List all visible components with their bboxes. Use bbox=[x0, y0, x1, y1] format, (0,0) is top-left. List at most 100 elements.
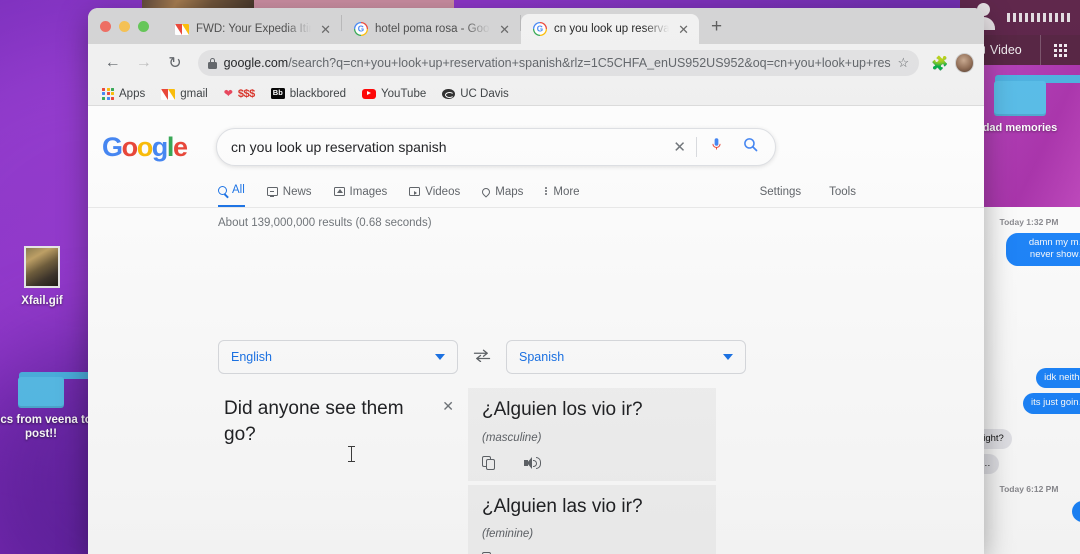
search-header: Google cn you look up reservation spanis… bbox=[88, 106, 984, 166]
bookmark-uc-davis[interactable]: UC Davis bbox=[442, 88, 509, 100]
google-icon bbox=[354, 22, 368, 36]
copy-icon[interactable] bbox=[482, 455, 496, 471]
speaker-icon[interactable] bbox=[524, 456, 541, 470]
target-language-label: Spanish bbox=[519, 350, 565, 364]
tab-images[interactable]: Images bbox=[333, 185, 388, 207]
search-box[interactable]: cn you look up reservation spanish ✕ bbox=[216, 128, 776, 166]
new-tab-button[interactable]: + bbox=[699, 14, 732, 44]
target-language-select[interactable]: Spanish bbox=[506, 340, 746, 374]
close-tab-icon[interactable]: ✕ bbox=[497, 23, 512, 36]
source-pane[interactable]: Did anyone see them go? ✕ bbox=[218, 388, 458, 554]
source-language-select[interactable]: English bbox=[218, 340, 458, 374]
bookmark-label: Apps bbox=[119, 87, 146, 100]
tab-label: All bbox=[232, 184, 245, 196]
swap-languages-button[interactable] bbox=[458, 349, 506, 365]
profile-avatar[interactable] bbox=[954, 53, 975, 73]
bookmark-blackbored[interactable]: Bb blackbored bbox=[270, 87, 347, 100]
tab-all[interactable]: All bbox=[218, 184, 245, 208]
bookmark-label: blackbored bbox=[289, 87, 347, 100]
tab-reservation-spanish[interactable]: cn you look up reservation spa ✕ bbox=[521, 14, 699, 44]
chrome-browser-window: FWD: Your Expedia Itinerary f ✕ hotel po… bbox=[88, 8, 984, 554]
search-nav-tabs: All News Images Videos Maps More Setting… bbox=[88, 184, 984, 208]
news-icon bbox=[266, 187, 278, 197]
source-text[interactable]: Did anyone see them go? bbox=[218, 388, 458, 447]
bookmark-apps[interactable]: Apps bbox=[102, 87, 146, 100]
search-icon bbox=[218, 185, 227, 195]
video-button-label: Video bbox=[990, 43, 1022, 57]
minimize-window-button[interactable] bbox=[119, 20, 130, 32]
lock-icon bbox=[207, 57, 217, 69]
microphone-icon[interactable] bbox=[697, 135, 736, 159]
youtube-icon bbox=[362, 88, 377, 99]
translation-text: ¿Alguien las vio ir? bbox=[482, 495, 643, 517]
results-count: About 139,000,000 results (0.68 seconds) bbox=[218, 217, 432, 229]
tab-expedia-itinerary[interactable]: FWD: Your Expedia Itinerary f ✕ bbox=[163, 14, 341, 44]
maximize-window-button[interactable] bbox=[138, 20, 149, 32]
chevron-down-icon bbox=[435, 354, 445, 360]
heart-icon: ❤ bbox=[223, 88, 233, 100]
tab-maps[interactable]: Maps bbox=[480, 185, 524, 207]
tab-label: Maps bbox=[495, 185, 524, 198]
search-icon[interactable] bbox=[736, 136, 761, 158]
tab-label: FWD: Your Expedia Itinerary f bbox=[196, 23, 311, 35]
close-window-button[interactable] bbox=[100, 20, 111, 32]
translation-actions bbox=[482, 455, 702, 471]
desktop-icon-label: Xfail.gif bbox=[21, 295, 63, 307]
tab-videos[interactable]: Videos bbox=[409, 186, 460, 207]
bookmark-money[interactable]: ❤ $$$ bbox=[223, 87, 256, 101]
text-cursor-icon bbox=[348, 446, 355, 462]
back-button[interactable]: ← bbox=[98, 48, 127, 78]
search-input[interactable]: cn you look up reservation spanish bbox=[231, 139, 663, 155]
message-bubble: idk neither bbox=[1036, 368, 1080, 389]
gmail-icon bbox=[161, 89, 176, 100]
settings-button[interactable]: Settings bbox=[760, 186, 802, 198]
titlebar-dots bbox=[1007, 13, 1073, 22]
search-nav-right: Settings Tools bbox=[760, 186, 984, 207]
translation-gender: (feminine) bbox=[482, 528, 534, 541]
image-thumbnail-icon bbox=[24, 246, 60, 288]
image-icon bbox=[333, 187, 345, 196]
tab-label: Videos bbox=[425, 185, 461, 198]
bookmark-gmail[interactable]: gmail bbox=[161, 87, 208, 100]
nav-underline bbox=[88, 207, 984, 208]
tab-label: cn you look up reservation spa bbox=[554, 23, 670, 35]
clear-search-icon[interactable]: ✕ bbox=[663, 138, 696, 156]
tab-label: More bbox=[553, 185, 580, 198]
tab-news[interactable]: News bbox=[266, 185, 312, 207]
bookmark-label: YouTube bbox=[381, 87, 427, 100]
tab-strip: FWD: Your Expedia Itinerary f ✕ hotel po… bbox=[88, 8, 984, 44]
desktop-icon-xfail-gif[interactable]: Xfail.gif bbox=[0, 246, 88, 308]
reload-button[interactable]: ↻ bbox=[160, 48, 189, 78]
close-tab-icon[interactable]: ✕ bbox=[676, 23, 691, 36]
video-icon bbox=[409, 187, 421, 196]
google-icon bbox=[533, 22, 547, 36]
google-logo[interactable]: Google bbox=[102, 133, 194, 161]
message-row bbox=[1006, 500, 1080, 522]
chevron-down-icon bbox=[723, 354, 733, 360]
source-language-label: English bbox=[231, 350, 272, 364]
folder-icon bbox=[994, 75, 1080, 116]
blackboard-icon: Bb bbox=[270, 88, 285, 99]
tab-hotel-poma-rosa[interactable]: hotel poma rosa - Google Sea ✕ bbox=[342, 14, 520, 44]
target-pane: ¿Alguien los vio ir? (masculine) ¿Alguie… bbox=[468, 388, 716, 554]
messages-thread[interactable]: Today 1:32 PM damn my m… never show… t? … bbox=[960, 207, 1080, 554]
desktop-icon-pics-from-veena[interactable]: pics from veena to post!! bbox=[0, 372, 169, 442]
forward-button[interactable]: → bbox=[129, 48, 158, 78]
folder-icon bbox=[18, 372, 169, 408]
tab-label: News bbox=[282, 185, 312, 198]
close-tab-icon[interactable]: ✕ bbox=[318, 23, 333, 36]
language-selectors: English Spanish bbox=[218, 340, 746, 374]
message-timestamp: Today 6:12 PM bbox=[999, 484, 1059, 495]
folder-body bbox=[18, 377, 64, 408]
grid-view-button[interactable] bbox=[1040, 35, 1080, 65]
message-bubble: damn my m… never show… bbox=[1006, 233, 1080, 266]
bookmark-youtube[interactable]: YouTube bbox=[362, 88, 426, 100]
tools-button[interactable]: Tools bbox=[829, 186, 856, 198]
address-bar[interactable]: google.com/search?q=cn+you+look+up+reser… bbox=[197, 50, 920, 76]
clear-source-icon[interactable]: ✕ bbox=[442, 398, 454, 415]
bookmark-star-icon[interactable]: ☆ bbox=[898, 55, 910, 71]
translation-gender: (masculine) bbox=[482, 431, 542, 444]
extensions-icon[interactable]: 🧩 bbox=[927, 55, 952, 72]
tab-label: Images bbox=[349, 185, 388, 198]
tab-more[interactable]: More bbox=[545, 185, 580, 207]
